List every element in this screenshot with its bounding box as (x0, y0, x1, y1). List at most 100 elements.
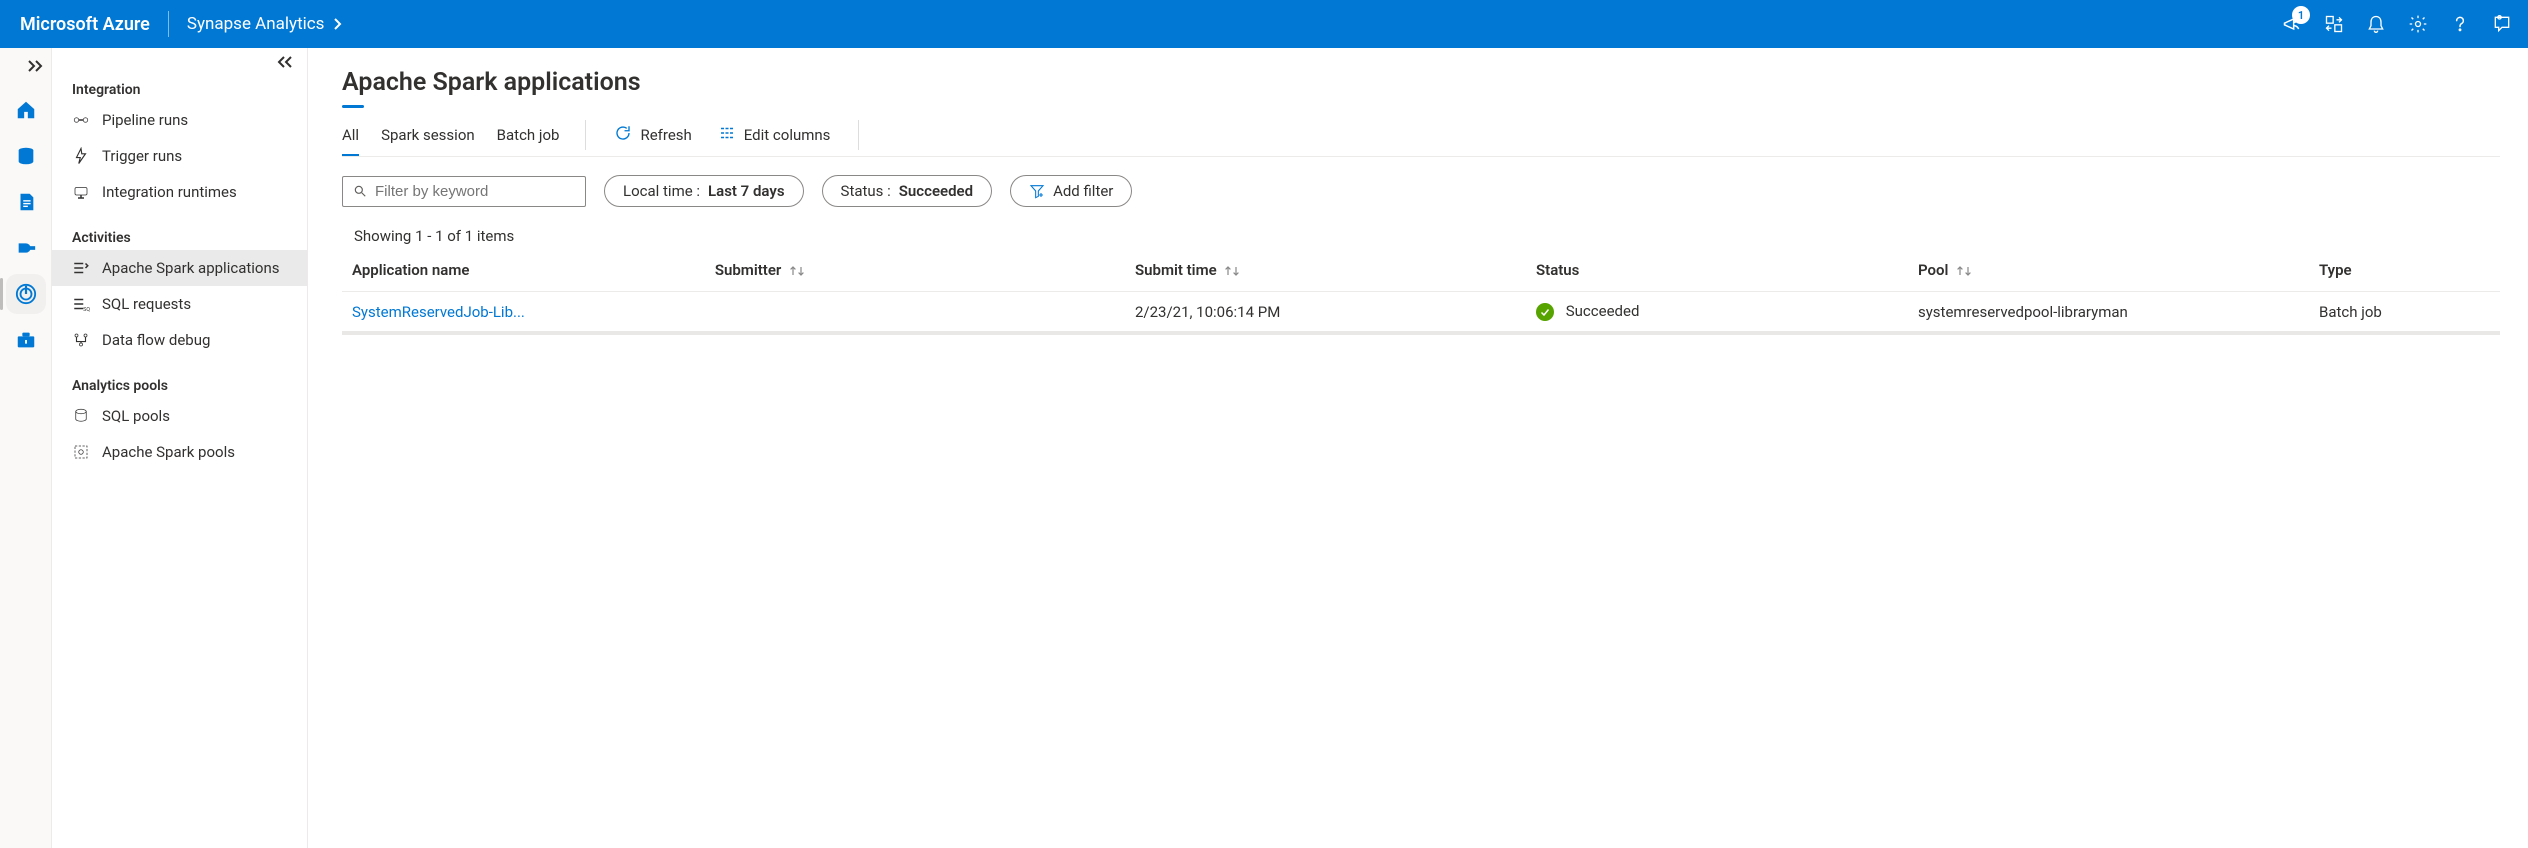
pipeline-runs-icon (72, 111, 90, 129)
time-filter-value: Last 7 days (708, 182, 785, 200)
status-filter-chip[interactable]: Status : Succeeded (822, 175, 993, 207)
sidebar-item-integration-runtimes[interactable]: Integration runtimes (52, 174, 307, 210)
sidebar-item-spark-pools[interactable]: Apache Spark pools (52, 434, 307, 470)
notifications-icon[interactable] (2366, 14, 2386, 34)
refresh-button[interactable]: Refresh (612, 120, 693, 156)
application-link[interactable]: SystemReservedJob-Lib... (352, 303, 525, 321)
filters: Local time : Last 7 days Status : Succee… (342, 157, 2500, 215)
refresh-icon (614, 124, 632, 146)
sidebar-item-label: Data flow debug (102, 331, 210, 349)
table-header-row: Application name Submitter Submit time S… (342, 251, 2500, 292)
chevron-right-icon (334, 18, 342, 30)
main-content: Apache Spark applications All Spark sess… (308, 48, 2528, 848)
funnel-plus-icon (1029, 183, 1045, 199)
sidebar-item-label: Pipeline runs (102, 111, 188, 129)
toolbar: All Spark session Batch job Refresh Edit… (342, 120, 2500, 157)
sidebar-item-label: Apache Spark pools (102, 443, 235, 461)
sidebar-item-data-flow-debug[interactable]: Data flow debug (52, 322, 307, 358)
table-row[interactable]: SystemReservedJob-Lib... 2/23/21, 10:06:… (342, 292, 2500, 334)
status-filter-label: Status : (841, 182, 891, 200)
keyword-filter[interactable] (342, 176, 586, 207)
rail-develop-icon[interactable] (14, 190, 38, 214)
topbar-actions: 1 (2282, 14, 2512, 34)
service-name: Synapse Analytics (187, 14, 325, 34)
rail-manage-icon[interactable] (14, 328, 38, 352)
search-icon (353, 184, 367, 198)
settings-icon[interactable] (2408, 14, 2428, 34)
cell-submitter (705, 292, 1125, 334)
toolbar-divider (585, 120, 586, 150)
results-grid: Application name Submitter Submit time S… (342, 251, 2500, 848)
integration-runtimes-icon (72, 183, 90, 201)
svg-text:SQL: SQL (83, 307, 90, 313)
topbar-divider (168, 11, 169, 37)
brand-label: Microsoft Azure (20, 14, 168, 35)
page-title: Apache Spark applications (342, 68, 2500, 97)
refresh-label: Refresh (640, 126, 691, 144)
sidebar-item-label: Integration runtimes (102, 183, 237, 201)
sidebar-item-pipeline-runs[interactable]: Pipeline runs (52, 102, 307, 138)
sidebar-item-sql-requests[interactable]: SQL SQL requests (52, 286, 307, 322)
feedback-icon[interactable] (2492, 14, 2512, 34)
tab-spark-session[interactable]: Spark session (381, 120, 475, 156)
tab-strip: All Spark session Batch job (342, 120, 559, 156)
edit-columns-icon (718, 124, 736, 146)
announcement-badge: 1 (2292, 6, 2310, 24)
left-rail (0, 48, 52, 848)
edit-columns-button[interactable]: Edit columns (716, 120, 833, 156)
col-submitter[interactable]: Submitter (705, 251, 1125, 292)
cell-status: Succeeded (1526, 292, 1908, 334)
time-filter-chip[interactable]: Local time : Last 7 days (604, 175, 804, 207)
trigger-runs-icon (72, 147, 90, 165)
cell-pool: systemreservedpool-libraryman (1908, 292, 2309, 334)
help-icon[interactable] (2450, 14, 2470, 34)
announcements-icon[interactable]: 1 (2282, 14, 2302, 34)
cell-type: Batch job (2309, 292, 2500, 334)
sort-icon (1956, 264, 1972, 278)
sort-icon (789, 264, 805, 278)
col-pool[interactable]: Pool (1908, 251, 2309, 292)
sidebar-item-label: Apache Spark applications (102, 259, 280, 277)
sidebar-item-spark-applications[interactable]: Apache Spark applications (52, 250, 307, 286)
cell-submit-time: 2/23/21, 10:06:14 PM (1125, 292, 1526, 334)
sidebar-item-label: SQL requests (102, 295, 191, 313)
sidebar-item-trigger-runs[interactable]: Trigger runs (52, 138, 307, 174)
spark-applications-icon (72, 259, 90, 277)
rail-integrate-icon[interactable] (14, 236, 38, 260)
sidebar-section-integration: Integration (52, 76, 307, 102)
keyword-input[interactable] (375, 183, 575, 200)
add-filter-label: Add filter (1053, 182, 1113, 200)
azure-topbar: Microsoft Azure Synapse Analytics 1 (0, 0, 2528, 48)
sidebar-item-sql-pools[interactable]: SQL pools (52, 398, 307, 434)
directory-switch-icon[interactable] (2324, 14, 2344, 34)
col-application-name[interactable]: Application name (342, 251, 705, 292)
expand-rail-button[interactable] (27, 60, 51, 76)
sql-requests-icon: SQL (72, 295, 90, 313)
sort-icon (1224, 264, 1240, 278)
add-filter-button[interactable]: Add filter (1010, 175, 1132, 207)
tab-all[interactable]: All (342, 120, 359, 156)
collapse-sidebar-button[interactable] (277, 56, 293, 72)
rail-data-icon[interactable] (14, 144, 38, 168)
sidebar: Integration Pipeline runs Trigger runs I… (52, 48, 308, 848)
spark-pools-icon (72, 443, 90, 461)
col-status[interactable]: Status (1526, 251, 1908, 292)
rail-monitor-icon[interactable] (14, 282, 38, 306)
workspace: Integration Pipeline runs Trigger runs I… (0, 48, 2528, 848)
data-flow-debug-icon (72, 331, 90, 349)
sidebar-item-label: Trigger runs (102, 147, 182, 165)
tab-batch-job[interactable]: Batch job (497, 120, 560, 156)
toolbar-divider-2 (858, 120, 859, 150)
sidebar-section-activities: Activities (52, 224, 307, 250)
sql-pools-icon (72, 407, 90, 425)
col-submit-time[interactable]: Submit time (1125, 251, 1526, 292)
success-icon (1536, 303, 1554, 321)
service-breadcrumb[interactable]: Synapse Analytics (187, 14, 343, 34)
col-type[interactable]: Type (2309, 251, 2500, 292)
sidebar-section-analytics-pools: Analytics pools (52, 372, 307, 398)
rail-home-icon[interactable] (14, 98, 38, 122)
edit-columns-label: Edit columns (744, 126, 831, 144)
time-filter-label: Local time : (623, 182, 700, 200)
sidebar-item-label: SQL pools (102, 407, 170, 425)
results-count: Showing 1 - 1 of 1 items (342, 215, 2500, 251)
